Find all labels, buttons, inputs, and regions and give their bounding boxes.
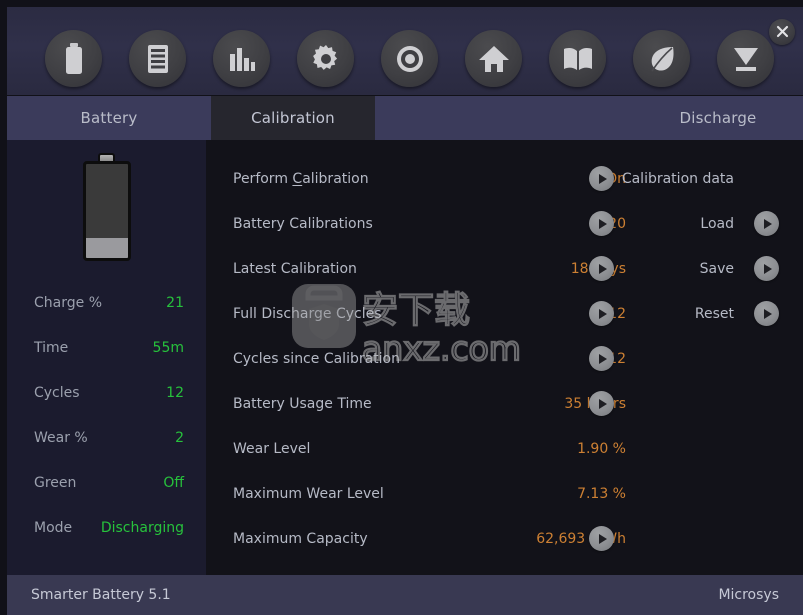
tab-calibration[interactable]: Calibration	[211, 96, 375, 140]
toolbar-button-home[interactable]	[465, 30, 522, 87]
row-value: 1.90 %	[577, 440, 626, 457]
toolbar-button-statistics[interactable]	[213, 30, 270, 87]
close-icon	[776, 23, 789, 42]
application-window: Battery Calibration Discharge Charge % 2…	[0, 0, 803, 615]
sidebar: Charge % 21 Time 55m Cycles 12 Wear % 2 …	[7, 140, 206, 575]
toolbar	[7, 7, 803, 95]
calibration-data-title-row: Calibration data	[598, 156, 803, 201]
calibration-data-actions: Calibration data Load Save Reset	[598, 156, 803, 336]
action-reset-label: Reset	[694, 305, 734, 322]
stat-label: Wear %	[34, 430, 88, 446]
row-label: Perform Calibration	[233, 170, 369, 187]
battery-charge-fill	[85, 238, 128, 258]
tab-bar: Battery Calibration Discharge	[7, 96, 803, 140]
action-save-label: Save	[699, 260, 734, 277]
action-reset[interactable]: Reset	[598, 291, 803, 336]
row-action-button[interactable]	[589, 526, 614, 551]
row-battery-usage-time: Battery Usage Time 35 hours	[206, 381, 803, 426]
toolbar-button-calibration[interactable]	[381, 30, 438, 87]
row-maximum-capacity: Maximum Capacity 62,693 mWh	[206, 516, 803, 561]
calibration-data-title: Calibration data	[621, 170, 734, 187]
battery-graphic	[82, 153, 131, 261]
tab-discharge[interactable]: Discharge	[633, 96, 803, 140]
stat-label: Cycles	[34, 385, 80, 401]
stat-value: 21	[166, 295, 184, 311]
play-icon[interactable]	[589, 391, 614, 416]
row-label: Maximum Capacity	[233, 530, 368, 547]
play-icon[interactable]	[754, 211, 779, 236]
row-maximum-wear-level: Maximum Wear Level 7.13 %	[206, 471, 803, 516]
sidebar-stats: Charge % 21 Time 55m Cycles 12 Wear % 2 …	[7, 295, 206, 565]
row-action-button[interactable]	[589, 346, 614, 371]
toolbar-button-help[interactable]	[549, 30, 606, 87]
stat-value: 55m	[152, 340, 184, 356]
tab-bar-spacer	[375, 96, 633, 140]
stat-row-green: Green Off	[7, 475, 206, 520]
row-label: Wear Level	[233, 440, 311, 457]
stat-value: 12	[166, 385, 184, 401]
toolbar-button-group	[45, 30, 774, 87]
content-area: Charge % 21 Time 55m Cycles 12 Wear % 2 …	[7, 140, 803, 575]
row-label: Cycles since Calibration	[233, 350, 400, 367]
stat-row-time: Time 55m	[7, 340, 206, 385]
stat-row-cycles: Cycles 12	[7, 385, 206, 430]
book-icon	[562, 46, 594, 72]
main-panel: Perform Calibration On Battery Calibrati…	[206, 140, 803, 575]
toolbar-button-details[interactable]	[129, 30, 186, 87]
status-bar: Smarter Battery 5.1 Microsys	[7, 575, 803, 615]
row-cycles-since-calibration: Cycles since Calibration 12	[206, 336, 803, 381]
list-icon	[144, 43, 172, 75]
battery-gauge	[7, 153, 206, 261]
tab-battery-label: Battery	[80, 109, 138, 127]
toolbar-button-settings[interactable]	[297, 30, 354, 87]
app-name-label: Smarter Battery 5.1	[31, 587, 171, 603]
vendor-label: Microsys	[718, 587, 779, 603]
stat-row-charge: Charge % 21	[7, 295, 206, 340]
battery-terminal	[98, 153, 115, 161]
stat-row-wear: Wear % 2	[7, 430, 206, 475]
toolbar-button-battery[interactable]	[45, 30, 102, 87]
row-wear-level: Wear Level 1.90 %	[206, 426, 803, 471]
bar-chart-icon	[227, 44, 257, 74]
tab-battery[interactable]: Battery	[7, 96, 211, 140]
stat-row-mode: Mode Discharging	[7, 520, 206, 565]
leaf-icon	[647, 44, 677, 74]
play-icon[interactable]	[589, 346, 614, 371]
accelerator-key: C	[292, 170, 303, 187]
stat-label: Green	[34, 475, 77, 491]
row-label: Maximum Wear Level	[233, 485, 384, 502]
play-icon[interactable]	[589, 526, 614, 551]
row-label: Battery Usage Time	[233, 395, 372, 412]
play-icon[interactable]	[754, 301, 779, 326]
battery-shell	[82, 161, 131, 261]
toolbar-button-discharge[interactable]	[717, 30, 774, 87]
action-load-label: Load	[700, 215, 734, 232]
row-label: Latest Calibration	[233, 260, 357, 277]
battery-icon	[59, 42, 89, 76]
tab-calibration-label: Calibration	[251, 109, 335, 127]
row-value: 7.13 %	[577, 485, 626, 502]
target-icon	[394, 43, 426, 75]
home-icon	[478, 44, 510, 74]
gear-icon	[310, 43, 342, 75]
row-label: Battery Calibrations	[233, 215, 373, 232]
stat-value: Discharging	[100, 520, 184, 536]
discharge-icon	[731, 44, 761, 74]
stat-label: Mode	[34, 520, 73, 536]
stat-label: Charge %	[34, 295, 102, 311]
stat-label: Time	[34, 340, 69, 356]
stat-value: Off	[163, 475, 184, 491]
stat-value: 2	[175, 430, 184, 446]
row-label: Full Discharge Cycles	[233, 305, 382, 322]
tab-discharge-label: Discharge	[679, 109, 757, 127]
action-save[interactable]: Save	[598, 246, 803, 291]
row-action-button[interactable]	[589, 391, 614, 416]
action-load[interactable]: Load	[598, 201, 803, 246]
play-icon[interactable]	[754, 256, 779, 281]
toolbar-button-green-mode[interactable]	[633, 30, 690, 87]
close-button[interactable]	[769, 19, 795, 45]
